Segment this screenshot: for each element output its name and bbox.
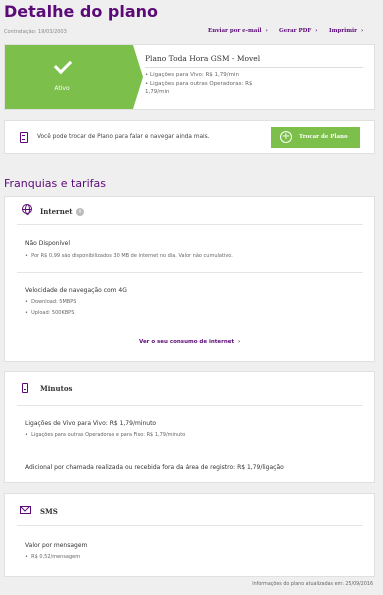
sms-label: Valor por mensagem xyxy=(25,542,88,549)
speed-title: Velocidade de navegação com 4G xyxy=(25,287,127,294)
plan-detail: • Ligações para outras Operadoras: R$ 1,… xyxy=(145,81,253,95)
chevron-right-icon: › xyxy=(361,28,364,34)
divider xyxy=(17,405,363,406)
globe-icon xyxy=(22,204,32,215)
change-plan-button[interactable]: + Trocar de Plano xyxy=(271,127,360,148)
change-plan-text: Você pode trocar de Plano para falar e n… xyxy=(37,134,210,140)
plus-circle-icon: + xyxy=(280,131,292,143)
plan-name: Plano Toda Hora GSM - Movel xyxy=(145,54,261,63)
sms-value: • R$ 0,52/mensagem xyxy=(25,554,81,560)
plan-status-arrow xyxy=(133,45,143,109)
document-icon xyxy=(20,132,28,143)
internet-note: • Por R$ 0,99 são disponibilizados 30 MB… xyxy=(25,253,233,259)
internet-title: Internet xyxy=(40,207,73,216)
sms-title: SMS xyxy=(40,507,58,516)
divider xyxy=(145,67,363,68)
chevron-right-icon: › xyxy=(237,339,241,345)
other-operators-rate: • Ligações para outras Operadoras e para… xyxy=(25,432,186,438)
download-speed: • Download: 5MBPS xyxy=(25,299,77,305)
generate-pdf-label: Gerar PDF xyxy=(279,28,312,34)
check-icon xyxy=(53,55,73,75)
upload-speed: • Upload: 500KBPS xyxy=(25,310,75,316)
chevron-right-icon: › xyxy=(265,28,268,34)
phone-icon xyxy=(22,383,28,393)
generate-pdf-link[interactable]: Gerar PDF › xyxy=(279,28,317,34)
footer-updated: Informações do plano atualizadas em: 25/… xyxy=(252,582,373,587)
internet-status: Não Disponível xyxy=(25,240,71,247)
internet-card: Internet i Não Disponível • Por R$ 0,99 … xyxy=(4,196,375,362)
divider xyxy=(17,525,363,526)
send-email-link[interactable]: Enviar por e-mail › xyxy=(208,28,268,34)
print-link[interactable]: Imprimir › xyxy=(329,28,363,34)
internet-usage-link[interactable]: Ver o seu consumo de internet › xyxy=(139,339,240,345)
info-icon[interactable]: i xyxy=(76,208,84,216)
minutes-title: Minutos xyxy=(40,384,73,393)
contract-date: Contratação: 19/03/2003 xyxy=(4,29,67,35)
divider xyxy=(17,272,363,273)
send-email-label: Enviar por e-mail xyxy=(208,28,262,34)
plan-card: Ativo Plano Toda Hora GSM - Movel • Liga… xyxy=(4,44,375,110)
change-plan-card: Você pode trocar de Plano para falar e n… xyxy=(4,120,375,154)
plan-status: Ativo xyxy=(54,85,70,92)
mail-icon xyxy=(20,506,31,514)
plan-status-panel: Ativo xyxy=(5,45,133,109)
page-title: Detalhe do plano xyxy=(4,2,159,21)
plan-detail: • Ligações para Vivo: R$ 1,79/min xyxy=(145,72,240,78)
sms-card: SMS Valor por mensagem • R$ 0,52/mensage… xyxy=(4,493,375,577)
section-title: Franquias e tarifas xyxy=(4,177,106,190)
divider xyxy=(17,224,363,225)
roaming-rate: Adicional por chamada realizada ou receb… xyxy=(25,464,284,471)
chevron-right-icon: › xyxy=(315,28,318,34)
vivo-to-vivo-rate: Ligações de Vivo para Vivo: R$ 1,79/minu… xyxy=(25,420,157,427)
print-label: Imprimir xyxy=(329,28,358,34)
change-plan-button-label: Trocar de Plano xyxy=(299,134,348,140)
minutes-card: Minutos Ligações de Vivo para Vivo: R$ 1… xyxy=(4,371,375,483)
